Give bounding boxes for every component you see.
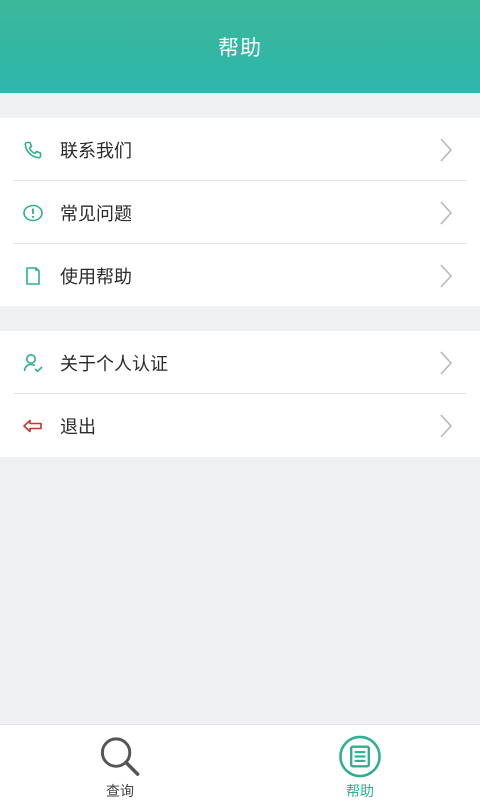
app-screen: 帮助 联系我们 常见问题 使用帮助 关于个人认证 退出 查询 帮助: [0, 0, 480, 800]
menu-item-usage-help[interactable]: 使用帮助: [0, 244, 480, 307]
menu-item-label: 常见问题: [60, 203, 132, 225]
chevron-right-icon: [440, 263, 453, 288]
chevron-right-icon: [440, 413, 453, 438]
chevron-right-icon: [440, 350, 453, 375]
menu-item-faq[interactable]: 常见问题: [0, 181, 480, 244]
header-bar: 帮助: [0, 0, 480, 93]
tab-query[interactable]: 查询: [60, 725, 180, 800]
exclamation-circle-icon: [22, 202, 44, 224]
tab-label: 帮助: [346, 784, 374, 800]
menu-group-secondary: 关于个人认证 退出: [0, 331, 480, 457]
menu-item-label: 关于个人认证: [60, 353, 168, 375]
phone-icon: [22, 139, 44, 161]
search-icon: [100, 737, 140, 776]
chevron-right-icon: [440, 200, 453, 225]
menu-item-label: 联系我们: [60, 140, 132, 162]
tab-help[interactable]: 帮助: [300, 725, 420, 800]
menu-item-label: 退出: [60, 416, 96, 438]
bottom-tab-bar: 查询 帮助: [0, 724, 480, 800]
menu-group-primary: 联系我们 常见问题 使用帮助: [0, 118, 480, 306]
document-icon: [22, 265, 44, 287]
menu-item-label: 使用帮助: [60, 266, 132, 288]
user-verified-icon: [22, 352, 44, 374]
tab-label: 查询: [106, 784, 134, 800]
menu-item-logout[interactable]: 退出: [0, 394, 480, 457]
chevron-right-icon: [440, 137, 453, 162]
exit-arrow-icon: [22, 415, 44, 437]
list-document-icon: [339, 735, 381, 778]
page-title: 帮助: [218, 35, 262, 60]
menu-item-personal-auth[interactable]: 关于个人认证: [0, 331, 480, 394]
menu-item-contact[interactable]: 联系我们: [0, 118, 480, 181]
